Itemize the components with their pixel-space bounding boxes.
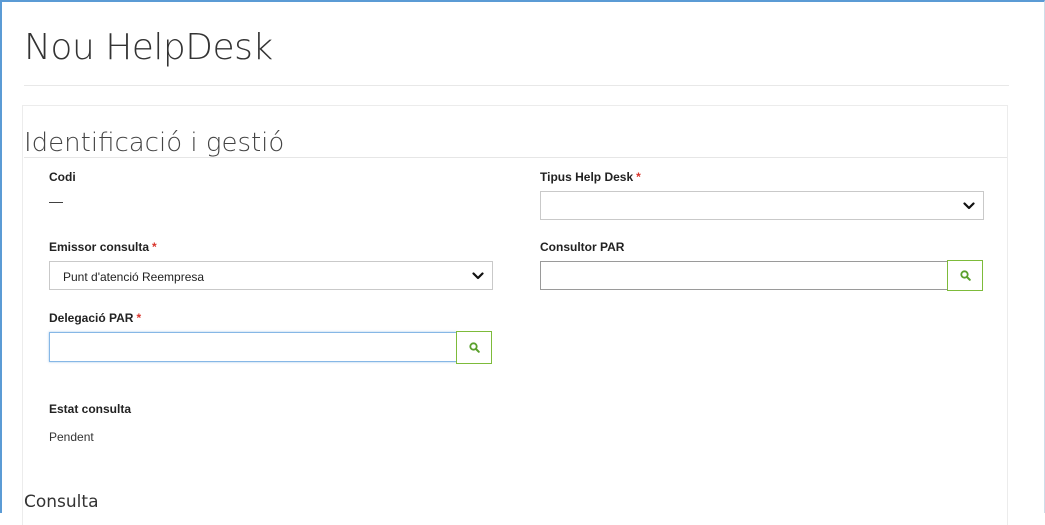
estat-consulta-value: Pendent: [49, 430, 94, 444]
tipus-help-desk-select[interactable]: [540, 191, 984, 220]
identification-section: [22, 105, 1008, 525]
tipus-help-desk-label: Tipus Help Desk *: [540, 170, 641, 184]
title-divider: [24, 85, 1009, 86]
search-icon: [468, 342, 480, 353]
section-divider: [24, 157, 1007, 158]
emissor-consulta-label: Emissor consulta *: [49, 240, 157, 254]
consultor-par-label: Consultor PAR: [540, 240, 625, 254]
page-title: Nou HelpDesk: [24, 27, 273, 68]
emissor-consulta-selected: Punt d'atenció Reempresa: [63, 270, 205, 284]
estat-consulta-label: Estat consulta: [49, 402, 132, 416]
codi-label: Codi: [49, 170, 76, 184]
consulta-section-title: Consulta: [24, 492, 99, 512]
emissor-consulta-select[interactable]: Punt d'atenció Reempresa: [49, 261, 493, 290]
chevron-down-icon: [472, 272, 484, 280]
section-title: Identificació i gestió: [24, 128, 285, 158]
consultor-par-input[interactable]: [540, 261, 948, 290]
required-mark: *: [636, 170, 641, 184]
search-icon: [959, 270, 971, 281]
chevron-down-icon: [963, 202, 975, 210]
required-mark: *: [152, 240, 157, 254]
required-mark: *: [136, 311, 142, 325]
consultor-par-search-button[interactable]: [947, 260, 983, 291]
delegacio-par-search-button[interactable]: [456, 331, 492, 364]
delegacio-par-label: Delegació PAR *: [49, 311, 142, 325]
delegacio-par-input[interactable]: [49, 332, 457, 362]
codi-value: —: [49, 193, 63, 209]
